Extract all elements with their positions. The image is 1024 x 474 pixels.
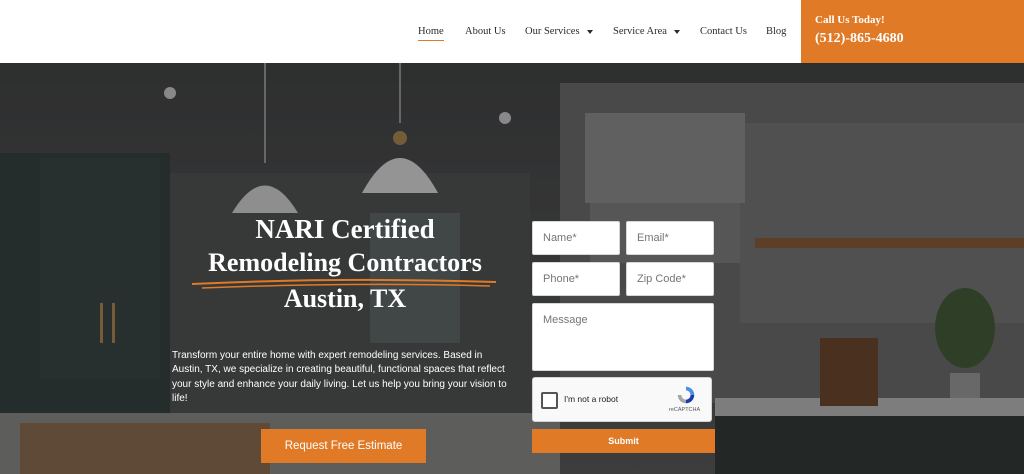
recaptcha-checkbox[interactable] [541, 392, 558, 409]
chevron-down-icon [586, 29, 593, 34]
submit-button[interactable]: Submit [532, 429, 715, 453]
nav-contact-us-label: Contact Us [700, 26, 747, 37]
zip-code-field[interactable] [626, 262, 714, 296]
name-field[interactable] [532, 221, 620, 255]
nav-service-area[interactable]: Service Area [613, 26, 680, 37]
nav-about-us-label: About Us [465, 26, 506, 37]
recaptcha-logo-icon [677, 386, 695, 404]
headline-line-3: Austin, TX [283, 284, 407, 313]
recaptcha-label: I'm not a robot [564, 394, 619, 404]
headline-line-1: NARI Certified [255, 214, 435, 244]
call-us-box[interactable]: Call Us Today! (512)-865-4680 [801, 0, 1024, 63]
email-field[interactable] [626, 221, 714, 255]
nav-blog-label: Blog [766, 26, 787, 37]
chevron-down-icon [673, 29, 680, 34]
nav-our-services[interactable]: Our Services [525, 26, 593, 37]
recaptcha-widget: I'm not a robot reCAPTCHA [532, 377, 712, 422]
nav-service-area-label: Service Area [613, 26, 667, 37]
hero-intro-text: Transform your entire home with expert r… [172, 350, 507, 404]
nav-home[interactable]: Home [418, 26, 444, 41]
message-field[interactable] [532, 303, 714, 371]
nav-about-us[interactable]: About Us [465, 26, 506, 37]
phone-number[interactable]: (512)-865-4680 [815, 31, 904, 47]
hero-section: NARI Certified Remodeling Contractors Au… [0, 63, 1024, 474]
nav-contact-us[interactable]: Contact Us [700, 26, 747, 37]
main-nav: Home About Us Our Services Service Area … [0, 0, 800, 63]
nav-home-label: Home [418, 26, 444, 37]
site-header: Home About Us Our Services Service Area … [0, 0, 1024, 63]
nav-blog[interactable]: Blog [766, 26, 786, 37]
nav-our-services-label: Our Services [525, 26, 580, 37]
headline-line-2: Remodeling Contractors [208, 248, 482, 277]
phone-field[interactable] [532, 262, 620, 296]
call-us-label: Call Us Today! [815, 14, 885, 26]
request-estimate-button[interactable]: Request Free Estimate [261, 429, 426, 463]
recaptcha-brand: reCAPTCHA [669, 407, 701, 413]
